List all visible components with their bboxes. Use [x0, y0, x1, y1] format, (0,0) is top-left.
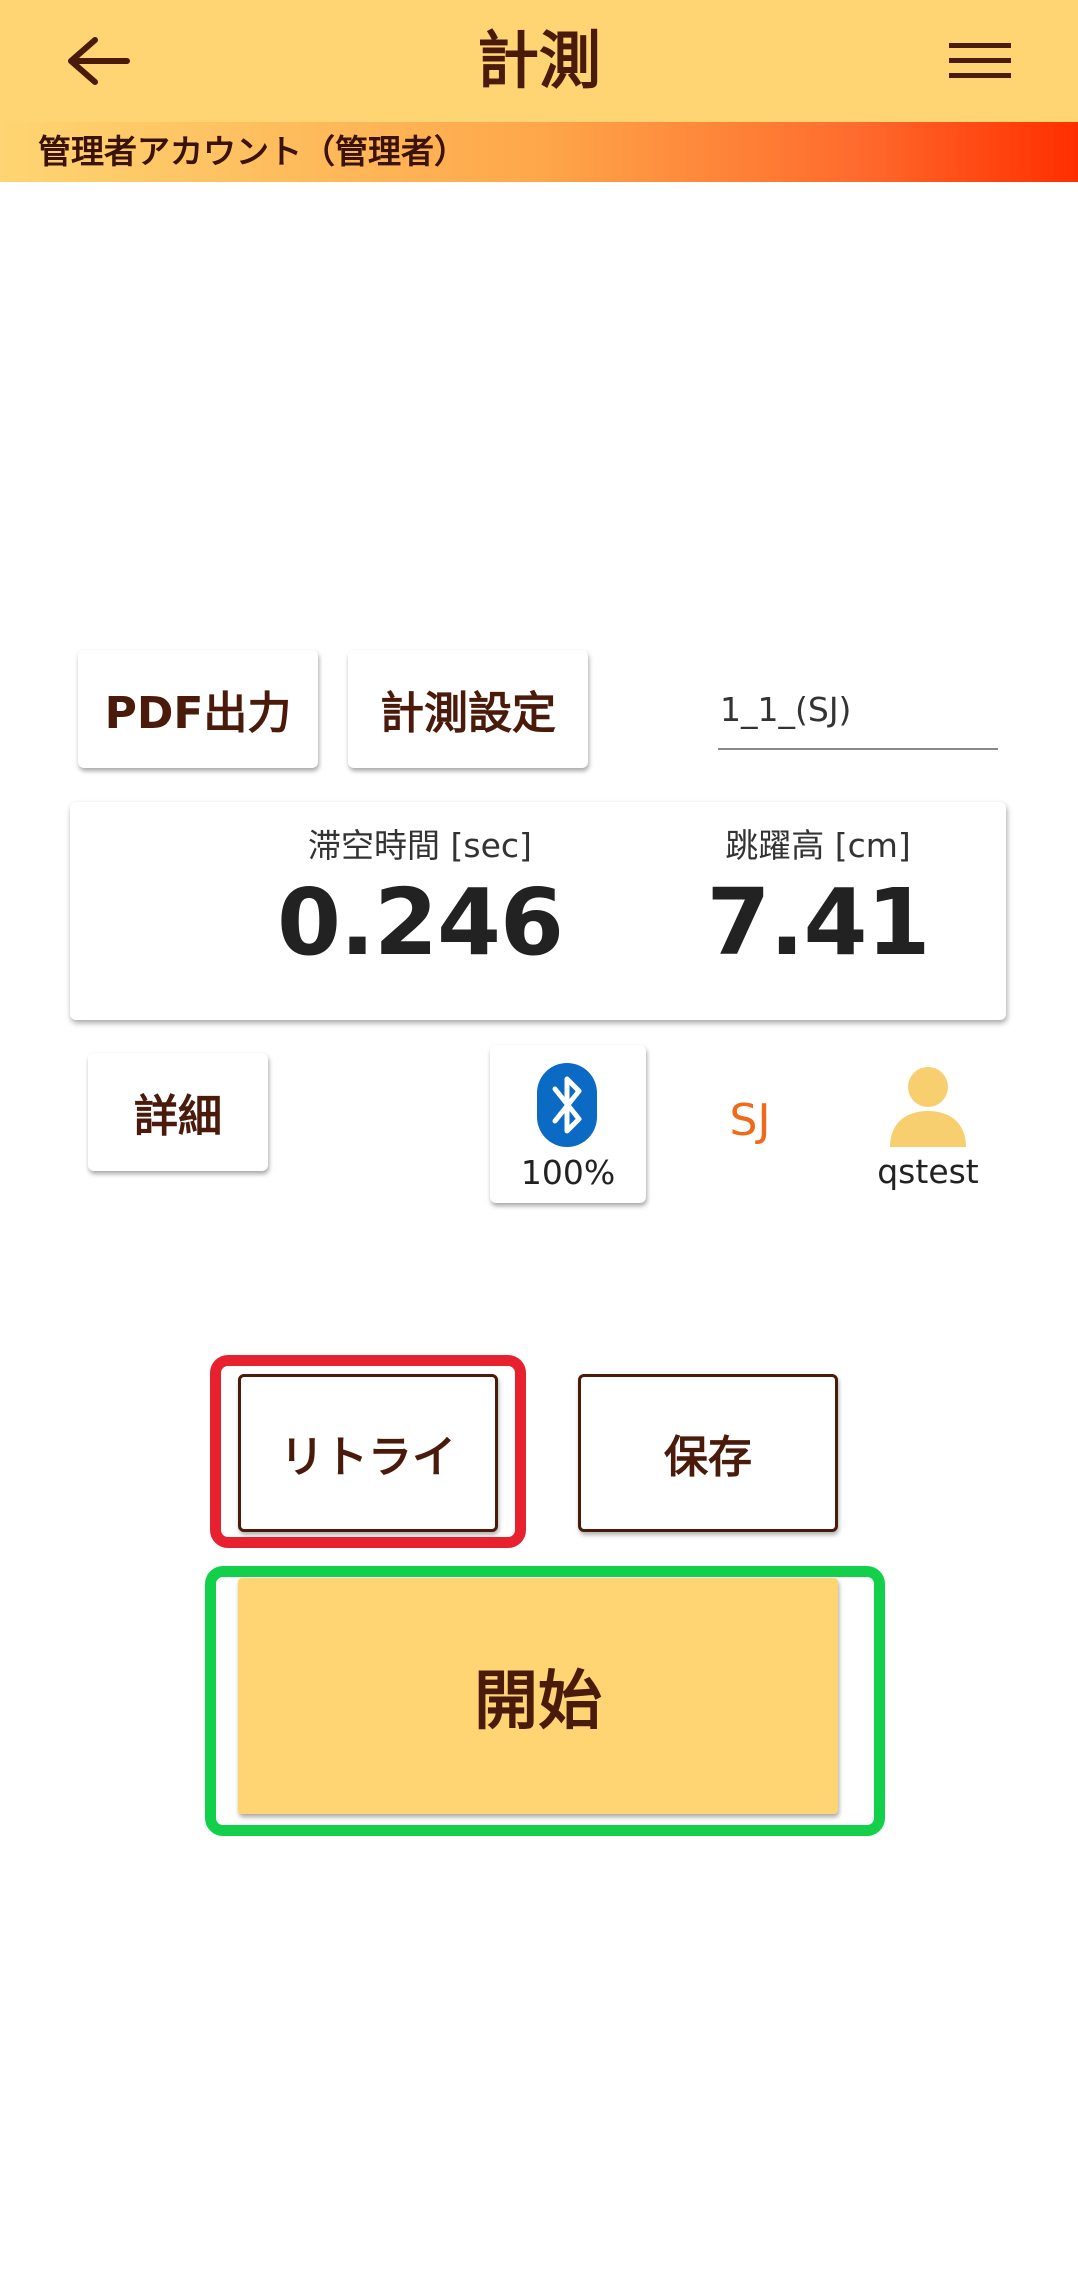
airtime-label: 滞空時間 [sec] [308, 826, 532, 865]
user-icon[interactable] [888, 1065, 968, 1147]
menu-button[interactable] [940, 26, 1020, 96]
measurement-settings-button[interactable]: 計測設定 [348, 650, 588, 768]
airtime-metric: 滞空時間 [sec] 0.246 [240, 802, 600, 978]
jump-height-value: 7.41 [706, 869, 931, 976]
jump-height-label: 跳躍高 [cm] [725, 826, 911, 865]
start-highlight-frame [205, 1566, 885, 1836]
account-label: 管理者アカウント（管理者） [38, 132, 467, 171]
app-header: 計測 [0, 0, 1078, 122]
hamburger-menu-icon [949, 43, 1011, 78]
pdf-export-button[interactable]: PDF出力 [78, 650, 318, 768]
jump-mode-label: SJ [729, 1095, 771, 1146]
retry-highlight-frame [210, 1355, 526, 1548]
bluetooth-status[interactable]: 100% [490, 1045, 646, 1203]
bluetooth-icon [537, 1063, 597, 1147]
save-button[interactable]: 保存 [578, 1374, 838, 1532]
result-card: 滞空時間 [sec] 0.246 跳躍高 [cm] 7.41 [70, 802, 1006, 1020]
file-name-field[interactable]: 1_1_(SJ) [718, 680, 998, 750]
detail-button[interactable]: 詳細 [88, 1053, 268, 1171]
battery-percent: 100% [520, 1153, 616, 1192]
user-name: qstest [877, 1152, 979, 1191]
page-title: 計測 [476, 24, 601, 97]
airtime-value: 0.246 [276, 869, 564, 976]
jump-height-metric: 跳躍高 [cm] 7.41 [638, 802, 998, 978]
account-bar: 管理者アカウント（管理者） [0, 122, 1078, 182]
